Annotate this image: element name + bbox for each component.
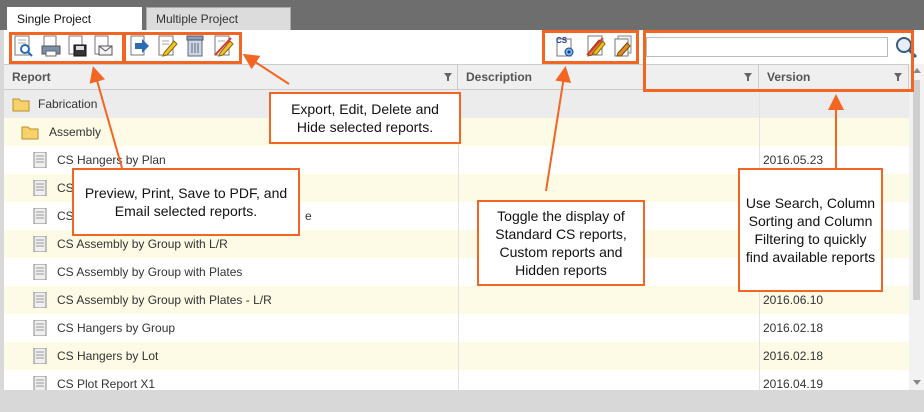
highlight-preview-print-group <box>9 32 126 64</box>
status-bar <box>0 390 924 412</box>
report-file-icon <box>33 152 47 168</box>
folder-icon <box>21 126 39 140</box>
tab-single-project-reports[interactable]: Single Project Reports <box>7 7 142 49</box>
report-file-icon <box>33 236 47 252</box>
column-report-label: Report <box>12 70 51 84</box>
group-label: Fabrication <box>38 97 98 111</box>
callout-preview-print: Preview, Print, Save to PDF, and Email s… <box>72 168 300 236</box>
scroll-up-arrow-icon[interactable] <box>913 68 921 73</box>
report-file-icon <box>33 208 47 224</box>
filter-icon[interactable] <box>444 73 452 81</box>
report-name: CS Assembly by Group with Plates - L/R <box>57 293 272 307</box>
report-version: 2016.05.23 <box>763 153 824 167</box>
scroll-thumb[interactable] <box>913 80 920 300</box>
report-name: CS Assembly by Group with L/R <box>57 237 228 251</box>
report-name: CS Hangers by Plan <box>57 153 166 167</box>
callout-export-edit: Export, Edit, Delete and Hide selected r… <box>269 92 461 144</box>
folder-label: Assembly <box>49 125 102 139</box>
report-name: CS Plot Report X1 <box>57 377 156 390</box>
table-row[interactable]: CS Hangers by Lot 2016.02.18 <box>4 342 909 370</box>
table-row[interactable]: CS Plot Report X1 2016.04.19 <box>4 370 909 390</box>
report-file-icon <box>33 348 47 364</box>
report-name: CS Hangers by Group <box>57 321 176 335</box>
callout-toggle-display: Toggle the display of Standard CS report… <box>477 200 645 286</box>
report-name-fragment: e <box>305 209 312 223</box>
report-file-icon <box>33 320 47 336</box>
folder-icon <box>12 98 30 112</box>
report-file-icon <box>33 376 47 390</box>
report-version: 2016.02.18 <box>763 349 824 363</box>
report-version: 2016.04.19 <box>763 377 824 390</box>
report-name: CS Assembly by Group with Plates <box>57 265 243 279</box>
report-name: CS Hangers by Lot <box>57 349 159 363</box>
highlight-search-sort-group <box>643 30 914 92</box>
tab-multiple-project-reports[interactable]: Multiple Project Reports <box>146 7 291 49</box>
report-file-icon <box>33 180 47 196</box>
table-row[interactable]: CS Hangers by Group 2016.02.18 <box>4 314 909 342</box>
vertical-scrollbar[interactable] <box>909 64 924 390</box>
highlight-toggle-group <box>542 30 639 64</box>
column-report[interactable]: Report <box>4 65 458 89</box>
report-version: 2016.02.18 <box>763 321 824 335</box>
highlight-export-edit-group <box>122 32 242 64</box>
report-file-icon <box>33 264 47 280</box>
column-description-label: Description <box>466 70 533 84</box>
tab-bar: Single Project Reports Multiple Project … <box>0 0 924 49</box>
callout-search-sort: Use Search, Column Sorting and Column Fi… <box>738 168 883 292</box>
report-version: 2016.06.10 <box>763 293 824 307</box>
scroll-down-arrow-icon[interactable] <box>913 380 921 385</box>
report-file-icon <box>33 292 47 308</box>
